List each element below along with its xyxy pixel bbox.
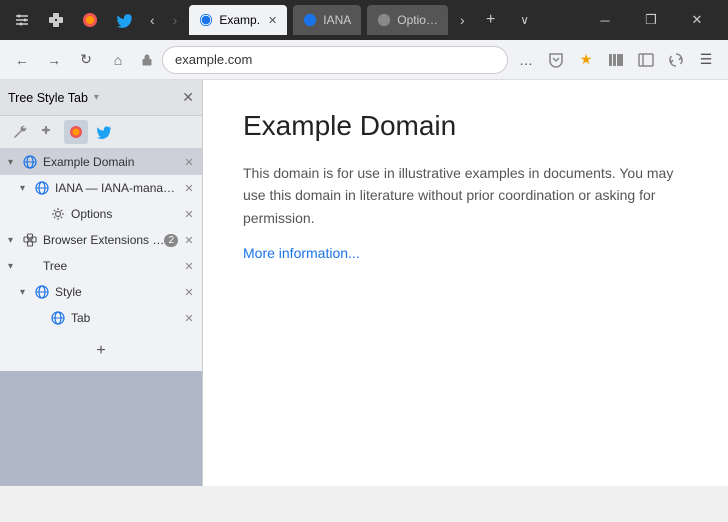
new-tab-button[interactable]: + — [89, 339, 113, 363]
expander-example[interactable]: ▾ — [8, 157, 22, 168]
tree-item-tree[interactable]: ▾ Tree ✕ — [0, 253, 202, 279]
pocket-btn[interactable] — [542, 46, 570, 74]
example-favicon — [199, 13, 213, 27]
tree-item-extensions-label: Browser Extensions -… — [43, 233, 164, 247]
sync-btn[interactable] — [662, 46, 690, 74]
tab-example-close[interactable]: ✕ — [268, 14, 277, 27]
forward-btn[interactable]: → — [40, 46, 68, 74]
tab-options-label: Optio… — [397, 13, 438, 27]
tree-item-tab[interactable]: ▸ Tab ✕ — [0, 305, 202, 331]
sidebar-toggle-btn[interactable] — [632, 46, 660, 74]
tree-item-options[interactable]: ▸ Options ✕ — [0, 201, 202, 227]
sidebar-bottom — [0, 371, 202, 486]
pinned-puzzle[interactable] — [36, 120, 60, 144]
more-btn[interactable]: … — [512, 46, 540, 74]
tab-example[interactable]: Examp. ✕ — [189, 5, 287, 35]
tree-item-example-close[interactable]: ✕ — [180, 153, 198, 171]
options-favicon — [377, 13, 391, 27]
favicon-iana — [34, 180, 50, 196]
favicon-options — [50, 206, 66, 222]
tab-overflow-btn[interactable]: ∨ — [511, 6, 539, 34]
tab-iana-label: IANA — [323, 13, 351, 27]
tree-item-example-label: Example Domain — [43, 155, 180, 169]
new-tab-row: + — [0, 331, 202, 371]
sidebar-close-btn[interactable]: ✕ — [182, 89, 194, 106]
expander-options[interactable]: ▸ — [36, 209, 50, 220]
expander-style[interactable]: ▾ — [20, 287, 34, 298]
pinned-firefox[interactable] — [64, 120, 88, 144]
tree-item-example[interactable]: ▾ Example Domain ✕ — [0, 149, 202, 175]
favicon-tree — [22, 258, 38, 274]
new-tab-btn[interactable]: + — [477, 6, 505, 34]
sidebar-dropdown-arrow[interactable]: ▾ — [94, 92, 99, 103]
tab-options[interactable]: Optio… — [367, 5, 448, 35]
tab-example-label: Examp. — [219, 13, 260, 27]
title-bar: ‹ › Examp. ✕ IANA Optio… › + ∨ ─ ❒ ✕ — [0, 0, 728, 40]
tree-item-style[interactable]: ▾ Style ✕ — [0, 279, 202, 305]
more-info-link[interactable]: More information... — [243, 245, 360, 261]
expander-tree[interactable]: ▾ — [8, 261, 22, 272]
favicon-extensions — [22, 232, 38, 248]
address-bar: ← → ↻ ⌂ … ★ ☰ — [0, 40, 728, 80]
tree-item-options-close[interactable]: ✕ — [180, 205, 198, 223]
pinned-tabs — [0, 116, 202, 149]
firefox-icon[interactable] — [76, 6, 104, 34]
tree-item-iana-label: IANA — IANA-manag… — [55, 181, 180, 195]
tab-back-btn[interactable]: ‹ — [144, 8, 161, 32]
tree-item-style-close[interactable]: ✕ — [180, 283, 198, 301]
favicon-tab — [50, 310, 66, 326]
expander-iana[interactable]: ▾ — [20, 183, 34, 194]
customize-icon[interactable] — [8, 6, 36, 34]
content-heading: Example Domain — [243, 110, 688, 142]
sidebar-header: Tree Style Tab ▾ ✕ — [0, 80, 202, 116]
tab-forward-btn: › — [167, 8, 184, 32]
window-controls: ─ ❒ ✕ — [582, 4, 720, 36]
pinned-twitter[interactable] — [92, 120, 116, 144]
restore-btn[interactable]: ❒ — [628, 4, 674, 36]
tree-item-extensions[interactable]: ▾ Browser Extensions -… 2 ✕ — [0, 227, 202, 253]
menu-btn[interactable]: ☰ — [692, 46, 720, 74]
expander-tab[interactable]: ▸ — [36, 313, 50, 324]
lock-icon — [138, 51, 156, 69]
extensions-badge: 2 — [164, 234, 178, 247]
content-area: Example Domain This domain is for use in… — [203, 80, 728, 486]
close-btn[interactable]: ✕ — [674, 4, 720, 36]
iana-favicon — [303, 13, 317, 27]
tree-item-extensions-close[interactable]: ✕ — [180, 231, 198, 249]
library-btn[interactable] — [602, 46, 630, 74]
sidebar: Tree Style Tab ▾ ✕ ▾ — [0, 80, 203, 486]
content-body: This domain is for use in illustrative e… — [243, 162, 688, 229]
next-tab-btn[interactable]: › — [454, 8, 471, 32]
tree-item-iana[interactable]: ▾ IANA — IANA-manag… ✕ — [0, 175, 202, 201]
twitter-icon[interactable] — [110, 6, 138, 34]
tree-item-tree-label: Tree — [43, 259, 180, 273]
tree-item-style-label: Style — [55, 285, 180, 299]
main-area: Tree Style Tab ▾ ✕ ▾ — [0, 80, 728, 486]
back-btn[interactable]: ← — [8, 46, 36, 74]
tab-iana[interactable]: IANA — [293, 5, 361, 35]
tree-item-tab-close[interactable]: ✕ — [180, 309, 198, 327]
home-btn[interactable]: ⌂ — [104, 46, 132, 74]
bookmark-btn[interactable]: ★ — [572, 46, 600, 74]
favicon-example — [22, 154, 38, 170]
extensions-icon[interactable] — [42, 6, 70, 34]
minimize-btn[interactable]: ─ — [582, 4, 628, 36]
tree-item-tree-close[interactable]: ✕ — [180, 257, 198, 275]
tree-item-options-label: Options — [71, 207, 180, 221]
pinned-wrench[interactable] — [8, 120, 32, 144]
url-input[interactable] — [162, 46, 508, 74]
expander-extensions[interactable]: ▾ — [8, 235, 22, 246]
favicon-style — [34, 284, 50, 300]
tree-item-tab-label: Tab — [71, 311, 180, 325]
sidebar-title: Tree Style Tab — [8, 91, 88, 105]
toolbar-icons: … ★ ☰ — [512, 46, 720, 74]
tree-item-iana-close[interactable]: ✕ — [180, 179, 198, 197]
reload-btn[interactable]: ↻ — [72, 46, 100, 74]
